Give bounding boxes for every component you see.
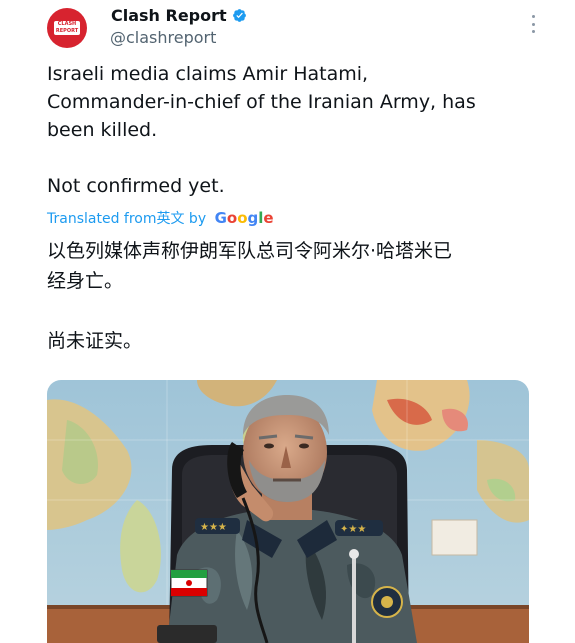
translation-label-by: by — [184, 211, 211, 227]
tweet-text: Israeli media claims Amir Hatami, Comman… — [47, 63, 476, 197]
avatar-text: CLASH REPORT — [55, 21, 79, 34]
translated-text: 以色列媒体声称伊朗军队总司令阿米尔·哈塔米已 经身亡。 尚未证实。 — [47, 240, 453, 352]
author-name-row: Clash Report — [111, 6, 247, 25]
verified-badge-icon — [232, 9, 246, 22]
author-handle[interactable]: @clashreport — [110, 28, 216, 47]
photo-illustration: ★★★ ✦★★ — [47, 380, 529, 643]
translation-source-language: 英文 — [156, 211, 185, 227]
avatar-logo: CLASH REPORT — [54, 21, 80, 35]
translation-attribution[interactable]: Translated from 英文 by Google — [47, 208, 274, 228]
svg-text:✦★★: ✦★★ — [340, 524, 366, 535]
translation-label-prefix: Translated from — [47, 211, 157, 227]
google-logo: Google — [214, 209, 274, 227]
tweet-photo[interactable]: ★★★ ✦★★ — [47, 380, 529, 643]
svg-text:★★★: ★★★ — [200, 522, 227, 533]
avatar[interactable]: CLASH REPORT — [47, 8, 87, 48]
more-options-icon[interactable] — [528, 15, 538, 33]
author-name[interactable]: Clash Report — [111, 6, 227, 25]
